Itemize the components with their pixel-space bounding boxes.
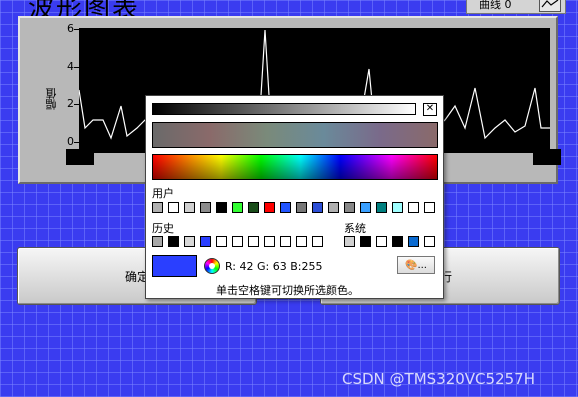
curve-legend-label: 曲线 0 [479, 0, 512, 11]
x-scroll-right[interactable] [533, 149, 561, 165]
watermark: CSDN @TMS320VC5257H [342, 370, 535, 388]
color-swatch[interactable] [168, 236, 179, 247]
hue-spectrum[interactable] [152, 154, 438, 180]
selected-color-swatch [152, 255, 197, 277]
color-swatch[interactable] [280, 236, 291, 247]
color-swatch[interactable] [184, 202, 195, 213]
color-swatch[interactable] [296, 202, 307, 213]
color-swatch[interactable] [312, 236, 323, 247]
x-scroll-left[interactable] [66, 149, 94, 165]
rgb-value-readout: R: 42 G: 63 B:255 [225, 260, 323, 273]
color-swatch[interactable] [232, 236, 243, 247]
color-swatch[interactable] [344, 236, 355, 247]
color-swatch[interactable] [392, 202, 403, 213]
color-swatch[interactable] [152, 202, 163, 213]
color-swatch[interactable] [408, 202, 419, 213]
color-swatch[interactable] [264, 202, 275, 213]
color-swatch[interactable] [376, 236, 387, 247]
color-swatch[interactable] [408, 236, 419, 247]
color-swatch[interactable] [232, 202, 243, 213]
grayscale-ramp[interactable] [152, 103, 416, 115]
user-colors-label: 用户 [152, 187, 174, 200]
color-swatch[interactable] [424, 202, 435, 213]
color-swatch[interactable] [200, 236, 211, 247]
color-swatch[interactable] [184, 236, 195, 247]
palette-more-label: ... [417, 259, 427, 271]
color-swatch[interactable] [152, 236, 163, 247]
palette-icon: 🎨 [405, 259, 418, 271]
y-axis-label: 幅值 [45, 88, 58, 110]
saturation-ramp[interactable] [152, 122, 438, 148]
color-swatch[interactable] [168, 202, 179, 213]
y-tick-label: 6 [67, 22, 74, 35]
color-swatch[interactable] [392, 236, 403, 247]
color-swatch[interactable] [280, 202, 291, 213]
color-swatch[interactable] [200, 202, 211, 213]
color-swatch[interactable] [248, 236, 259, 247]
color-swatch[interactable] [216, 202, 227, 213]
close-icon[interactable]: ✕ [423, 103, 437, 116]
legend-line-icon[interactable] [539, 0, 561, 12]
color-swatch[interactable] [248, 202, 259, 213]
color-swatch[interactable] [360, 236, 371, 247]
color-swatch[interactable] [216, 236, 227, 247]
y-tick-label: 4 [67, 60, 74, 73]
system-colors-label: 系统 [344, 222, 366, 235]
color-swatch[interactable] [296, 236, 307, 247]
curve-legend[interactable]: 曲线 0 [466, 0, 566, 14]
color-swatch[interactable] [360, 202, 371, 213]
color-swatch[interactable] [376, 202, 387, 213]
color-swatch[interactable] [312, 202, 323, 213]
color-swatch[interactable] [328, 202, 339, 213]
color-swatch[interactable] [264, 236, 275, 247]
history-colors-label: 历史 [152, 222, 174, 235]
color-swatch[interactable] [424, 236, 435, 247]
palette-more-button[interactable]: 🎨... [397, 256, 435, 274]
picker-hint-text: 单击空格键可切换所选颜色。 [216, 284, 359, 297]
y-tick-label: 2 [67, 97, 74, 110]
color-wheel-icon[interactable] [204, 258, 220, 274]
color-picker-popup: ✕ 用户 历史 系统 R: 42 G: 63 B:255 🎨... 单击空格键可… [145, 95, 444, 299]
color-swatch[interactable] [344, 202, 355, 213]
y-tick-label: 0 [67, 135, 74, 148]
